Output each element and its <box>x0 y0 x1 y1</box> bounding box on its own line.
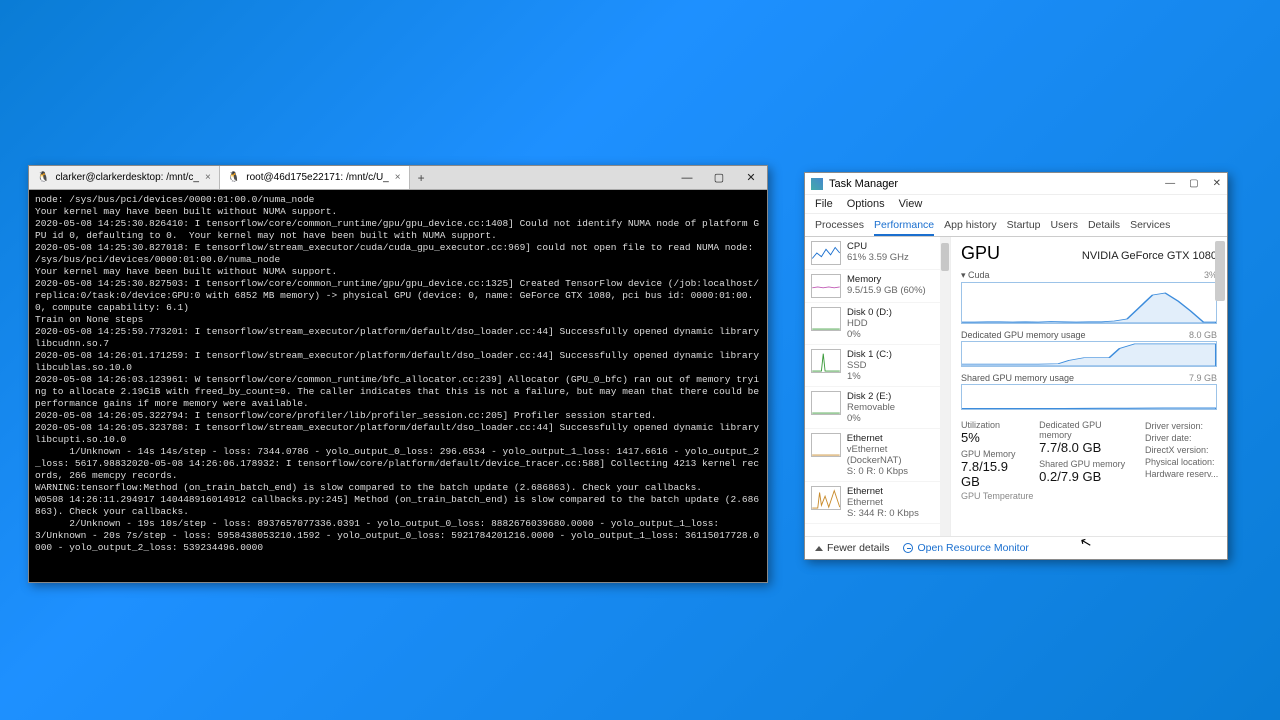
tux-icon: 🐧 <box>37 172 49 183</box>
dedmem-label: Dedicated GPU memory usage <box>961 330 1086 340</box>
menu-view[interactable]: View <box>899 198 923 210</box>
sharedmem-label: Shared GPU memory usage <box>961 373 1074 383</box>
resource-sub: EthernetS: 344 R: 0 Kbps <box>847 497 919 519</box>
shared-mem-graph[interactable] <box>961 384 1217 410</box>
terminal-tab-1[interactable]: 🐧 root@46d175e22171: /mnt/c/U_ × <box>220 166 410 189</box>
resource-item-d2[interactable]: Disk 2 (E:)Removable0% <box>805 387 950 429</box>
gpu-heading: GPU <box>961 243 1000 264</box>
gpu-temp-label: GPU Temperature <box>961 491 1217 501</box>
tab-startup[interactable]: Startup <box>1007 216 1041 236</box>
terminal-tab-0[interactable]: 🐧 clarker@clarkerdesktop: /mnt/c_ × <box>29 166 220 189</box>
titlebar[interactable]: Task Manager — ▢ ✕ <box>805 173 1227 195</box>
minimize-button[interactable]: — <box>1165 178 1175 189</box>
spark-graph <box>811 349 841 373</box>
gpu-dedicated: 7.7/8.0 GB <box>1039 440 1135 455</box>
gpu-model: NVIDIA GeForce GTX 1080 <box>1082 250 1217 262</box>
menu-options[interactable]: Options <box>847 198 885 210</box>
task-manager-window: Task Manager — ▢ ✕ File Options View Pro… <box>804 172 1228 560</box>
minimize-button[interactable]: — <box>671 172 703 184</box>
tab-performance[interactable]: Performance <box>874 216 934 236</box>
resource-item-cpu[interactable]: CPU61% 3.59 GHz <box>805 237 950 270</box>
open-resource-monitor-link[interactable]: Open Resource Monitor <box>903 542 1028 554</box>
task-manager-icon <box>811 178 823 190</box>
gpu-stats: Utilization 5% GPU Memory 7.8/15.9 GB De… <box>961 420 1217 489</box>
resource-name: Disk 1 (C:) <box>847 349 892 360</box>
gpu-memory: 7.8/15.9 GB <box>961 459 1029 489</box>
menu-bar: File Options View <box>805 195 1227 214</box>
cuda-graph[interactable] <box>961 282 1217 324</box>
tab-strip: Processes Performance App history Startu… <box>805 214 1227 237</box>
gpu-panel: GPU NVIDIA GeForce GTX 1080 ▾ Cuda3% Ded… <box>951 237 1227 536</box>
spark-graph <box>811 433 841 457</box>
tab-details[interactable]: Details <box>1088 216 1120 236</box>
resource-item-d1[interactable]: Disk 1 (C:)SSD1% <box>805 345 950 387</box>
scrollbar[interactable] <box>940 237 950 536</box>
resource-name: Ethernet <box>847 433 944 444</box>
close-icon[interactable]: × <box>395 172 401 183</box>
window-controls: — ▢ ✕ <box>671 166 767 189</box>
resource-item-e1[interactable]: EthernetEthernetS: 344 R: 0 Kbps <box>805 482 950 524</box>
terminal-tabbar: 🐧 clarker@clarkerdesktop: /mnt/c_ × 🐧 ro… <box>29 166 767 190</box>
gpu-utilization: 5% <box>961 430 1029 445</box>
resource-name: CPU <box>847 241 909 252</box>
resource-sub: HDD0% <box>847 318 892 340</box>
maximize-button[interactable]: ▢ <box>703 171 735 184</box>
close-button[interactable]: ✕ <box>1213 178 1221 189</box>
resource-name: Memory <box>847 274 926 285</box>
spark-graph <box>811 307 841 331</box>
maximize-button[interactable]: ▢ <box>1189 178 1198 189</box>
spark-graph <box>811 274 841 298</box>
resource-sidebar[interactable]: CPU61% 3.59 GHzMemory9.5/15.9 GB (60%)Di… <box>805 237 951 536</box>
terminal-window: 🐧 clarker@clarkerdesktop: /mnt/c_ × 🐧 ro… <box>28 165 768 583</box>
resource-item-d0[interactable]: Disk 0 (D:)HDD0% <box>805 303 950 345</box>
resource-name: Disk 2 (E:) <box>847 391 895 402</box>
close-icon[interactable]: × <box>205 172 211 183</box>
new-tab-button[interactable]: + <box>410 166 433 189</box>
resource-sub: vEthernet (DockerNAT)S: 0 R: 0 Kbps <box>847 444 944 477</box>
spark-graph <box>811 391 841 415</box>
menu-file[interactable]: File <box>815 198 833 210</box>
resource-sub: Removable0% <box>847 402 895 424</box>
resource-item-mem[interactable]: Memory9.5/15.9 GB (60%) <box>805 270 950 303</box>
tab-services[interactable]: Services <box>1130 216 1170 236</box>
footer: Fewer details Open Resource Monitor <box>805 536 1227 559</box>
gpu-shared: 0.2/7.9 GB <box>1039 469 1135 484</box>
resource-sub: 61% 3.59 GHz <box>847 252 909 263</box>
resource-item-e0[interactable]: EthernetvEthernet (DockerNAT)S: 0 R: 0 K… <box>805 429 950 482</box>
spark-graph <box>811 241 841 265</box>
cuda-label[interactable]: Cuda <box>968 270 990 280</box>
tux-icon: 🐧 <box>228 172 240 183</box>
window-title: Task Manager <box>829 178 898 190</box>
spark-graph <box>811 486 841 510</box>
resource-sub: 9.5/15.9 GB (60%) <box>847 285 926 296</box>
scrollbar[interactable] <box>1215 241 1225 532</box>
chevron-up-icon <box>815 546 823 551</box>
tab-users[interactable]: Users <box>1051 216 1078 236</box>
fewer-details-button[interactable]: Fewer details <box>815 542 889 554</box>
resource-name: Ethernet <box>847 486 919 497</box>
close-button[interactable]: ✕ <box>735 171 767 184</box>
tab-processes[interactable]: Processes <box>815 216 864 236</box>
tab-app-history[interactable]: App history <box>944 216 997 236</box>
terminal-tab-title: clarker@clarkerdesktop: /mnt/c_ <box>55 172 199 183</box>
dedicated-mem-graph[interactable] <box>961 341 1217 367</box>
resource-sub: SSD1% <box>847 360 892 382</box>
terminal-output[interactable]: node: /sys/bus/pci/devices/0000:01:00.0/… <box>29 190 767 582</box>
resource-name: Disk 0 (D:) <box>847 307 892 318</box>
monitor-icon <box>903 543 913 553</box>
terminal-tab-title: root@46d175e22171: /mnt/c/U_ <box>246 172 388 183</box>
